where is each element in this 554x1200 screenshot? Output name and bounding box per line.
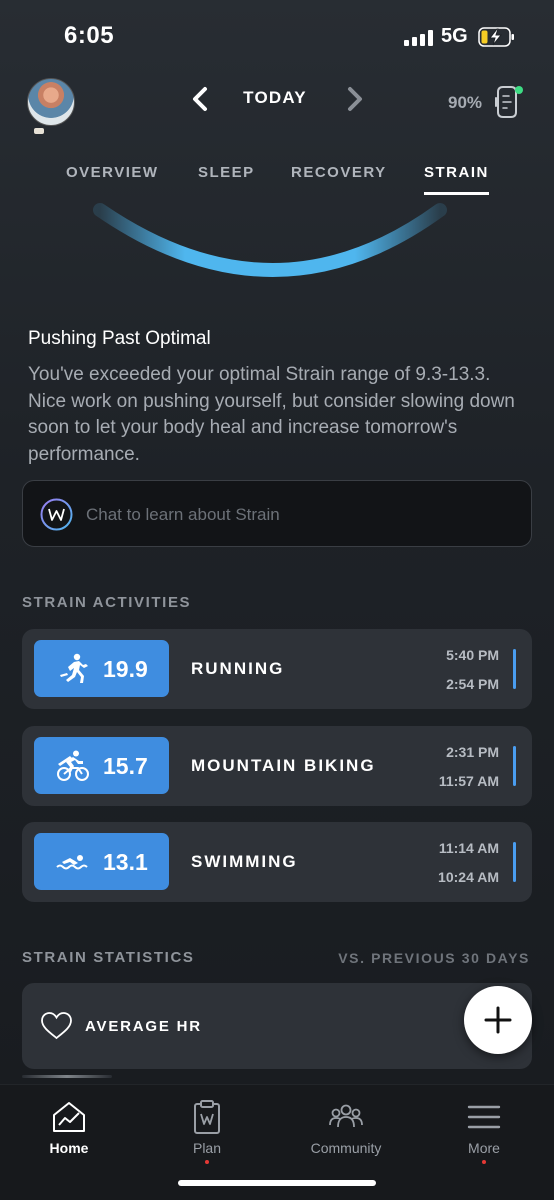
strain-activities-label: STRAIN ACTIVITIES xyxy=(22,594,192,611)
avatar[interactable] xyxy=(27,78,75,126)
active-tab-indicator xyxy=(424,192,489,195)
activity-name: MOUNTAIN BIKING xyxy=(191,756,376,775)
status-time: 6:05 xyxy=(64,22,115,49)
nav-community[interactable]: Community xyxy=(286,1099,406,1156)
activity-card-swimming[interactable]: 13.1 SWIMMING 11:14 AM 10:24 AM xyxy=(22,822,532,902)
tab-bar: OVERVIEW SLEEP RECOVERY STRAIN xyxy=(0,160,554,200)
community-icon xyxy=(329,1104,363,1128)
home-icon xyxy=(53,1102,85,1132)
strain-pill: 19.9 xyxy=(34,640,169,697)
notification-dot xyxy=(482,1160,486,1164)
heart-icon xyxy=(41,1012,72,1040)
avatar-badge xyxy=(34,128,44,134)
comparison-label: VS. PREVIOUS 30 DAYS xyxy=(338,950,530,966)
chevron-right-icon[interactable] xyxy=(345,86,365,112)
strain-value: 13.1 xyxy=(103,849,148,875)
running-icon xyxy=(60,653,88,683)
chat-input[interactable]: Chat to learn about Strain xyxy=(22,480,532,547)
plan-icon xyxy=(194,1100,220,1134)
nav-home[interactable]: Home xyxy=(9,1099,129,1156)
status-bar: 6:05 5G xyxy=(0,0,554,70)
activity-start-time: 2:31 PM xyxy=(446,744,499,760)
strain-description: You've exceeded your optimal Strain rang… xyxy=(28,364,515,465)
tab-overview[interactable]: OVERVIEW xyxy=(66,164,159,181)
nav-label: Plan xyxy=(192,1140,222,1156)
strain-headline: Pushing Past Optimal xyxy=(28,328,211,349)
activity-name: SWIMMING xyxy=(191,852,298,871)
activity-start-time: 5:40 PM xyxy=(446,647,499,663)
activity-card-mountain-biking[interactable]: 15.7 MOUNTAIN BIKING 2:31 PM 11:57 AM xyxy=(22,726,532,806)
strain-value: 15.7 xyxy=(103,753,148,779)
strain-pill: 15.7 xyxy=(34,737,169,794)
battery-charging-icon xyxy=(478,27,514,47)
strain-pill: 13.1 xyxy=(34,833,169,890)
header: TODAY 90% xyxy=(0,70,554,135)
activity-end-time: 2:54 PM xyxy=(446,676,499,692)
tab-recovery[interactable]: RECOVERY xyxy=(291,164,387,181)
activity-time-bar xyxy=(513,649,516,689)
add-activity-button[interactable] xyxy=(464,986,532,1054)
next-stat-card-edge xyxy=(22,1075,112,1078)
nav-more[interactable]: More xyxy=(424,1099,544,1164)
chat-placeholder: Chat to learn about Strain xyxy=(86,505,280,524)
activity-start-time: 11:14 AM xyxy=(438,840,499,856)
tab-sleep[interactable]: SLEEP xyxy=(198,164,255,181)
activity-time-bar xyxy=(513,746,516,786)
device-battery: 90% xyxy=(448,93,483,112)
activity-card-running[interactable]: 19.9 RUNNING 5:40 PM 2:54 PM xyxy=(22,629,532,709)
network-type: 5G xyxy=(441,25,468,47)
notification-dot xyxy=(205,1160,209,1164)
stat-card-average-hr[interactable]: AVERAGE HR xyxy=(22,983,532,1069)
mountain-biking-icon xyxy=(57,750,89,781)
strain-value: 19.9 xyxy=(103,656,148,682)
signal-icon xyxy=(404,30,434,46)
activity-end-time: 10:24 AM xyxy=(438,869,499,885)
home-indicator xyxy=(178,1180,376,1186)
activity-time-bar xyxy=(513,842,516,882)
plus-icon xyxy=(484,1006,512,1034)
nav-label: Home xyxy=(49,1140,89,1156)
nav-label: Community xyxy=(310,1140,382,1156)
strain-gauge-arc xyxy=(93,203,447,277)
whoop-coach-icon xyxy=(40,498,73,531)
strain-statistics-label: STRAIN STATISTICS xyxy=(22,949,195,966)
swimming-icon xyxy=(56,855,88,870)
date-title: TODAY xyxy=(243,88,307,107)
wearable-device-icon[interactable] xyxy=(492,84,524,120)
nav-plan[interactable]: Plan xyxy=(147,1099,267,1164)
tab-strain[interactable]: STRAIN xyxy=(424,164,489,181)
nav-label: More xyxy=(468,1140,500,1156)
menu-icon xyxy=(467,1105,501,1129)
stat-label: AVERAGE HR xyxy=(85,1018,202,1035)
activity-end-time: 11:57 AM xyxy=(438,773,499,789)
activity-name: RUNNING xyxy=(191,659,285,678)
